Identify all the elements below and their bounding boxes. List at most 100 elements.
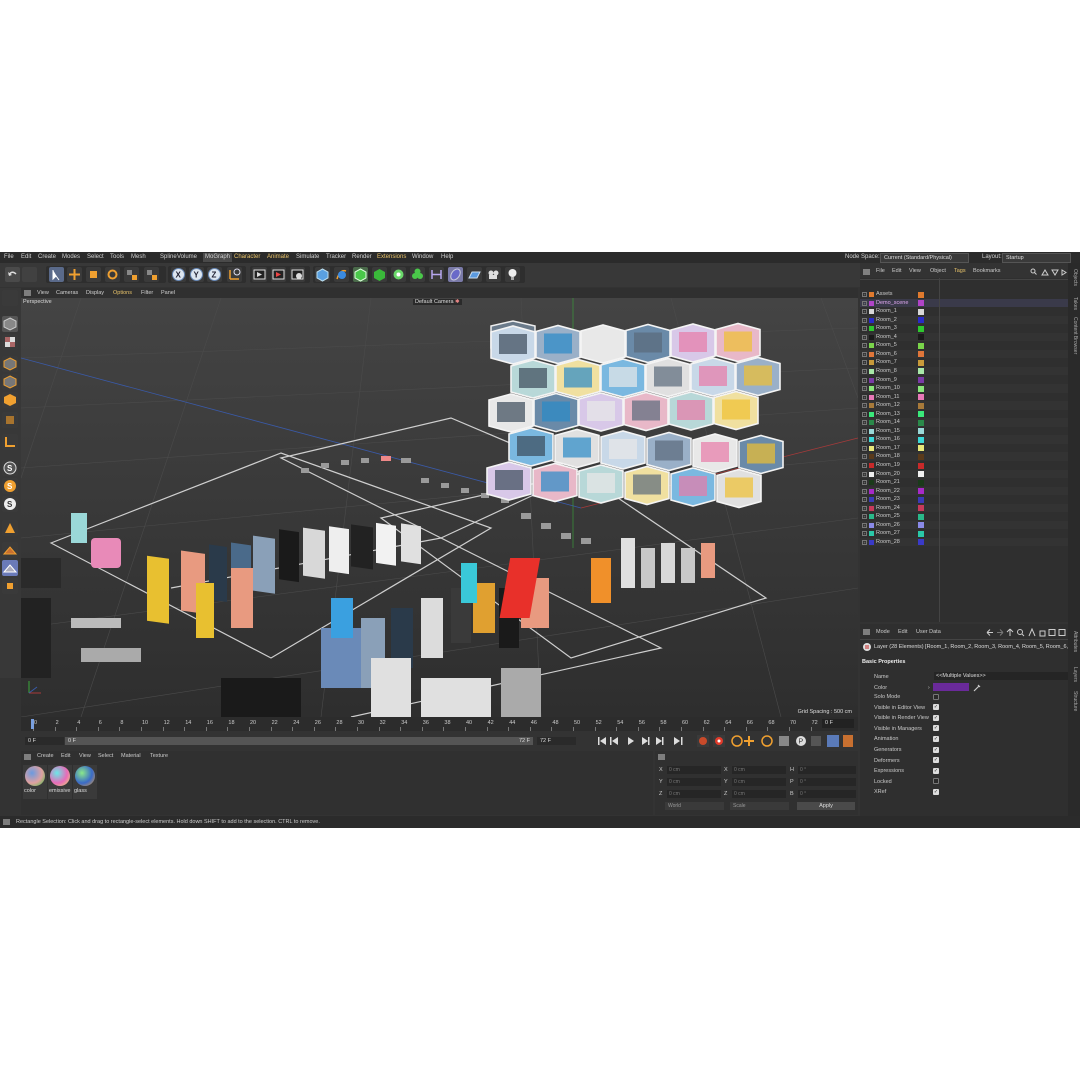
viewport-menu-cameras[interactable]: Cameras <box>56 290 78 296</box>
menu-tracker[interactable]: Tracker <box>326 254 346 260</box>
object-row[interactable]: + Room_4 <box>860 332 1068 342</box>
edges-mode-icon[interactable] <box>2 374 18 390</box>
expand-icon[interactable]: + <box>862 317 867 323</box>
viewport-menu-view[interactable]: View <box>37 290 49 296</box>
layer-tag-icon[interactable] <box>918 317 924 324</box>
size-field[interactable]: 0 cm <box>732 766 786 774</box>
object-row[interactable]: + Room_5 <box>860 341 1068 350</box>
layer-tag-icon[interactable] <box>918 428 924 435</box>
tab-objects[interactable]: Objects <box>1072 269 1078 286</box>
size-field[interactable]: 0 cm <box>732 790 786 798</box>
object-row[interactable]: + Room_9 <box>860 375 1068 384</box>
expand-icon[interactable]: + <box>862 403 867 409</box>
layer-tag-icon[interactable] <box>918 530 924 537</box>
property-checkbox[interactable] <box>933 778 939 785</box>
axis-mode-icon[interactable] <box>2 434 18 450</box>
make-editable-icon[interactable] <box>2 290 18 306</box>
camera-icon[interactable] <box>486 267 501 282</box>
menu-select[interactable]: Select <box>87 254 104 260</box>
rotation-field[interactable]: 0 ° <box>798 766 856 774</box>
menu-tools[interactable]: Tools <box>110 254 124 260</box>
generator-icon[interactable] <box>372 267 387 282</box>
tab-layers[interactable]: Layers <box>1072 667 1078 682</box>
viewport-nav-icons[interactable] <box>814 298 854 299</box>
object-row[interactable]: + Room_3 <box>860 324 1068 333</box>
layer-tag-icon[interactable] <box>918 377 924 383</box>
expand-icon[interactable]: + <box>862 334 867 340</box>
object-row[interactable]: + Demo_scene <box>860 298 1068 308</box>
layer-tag-icon[interactable] <box>918 479 924 486</box>
object-row[interactable]: + Room_17 <box>860 443 1068 453</box>
expand-icon[interactable]: + <box>862 488 867 494</box>
property-checkbox[interactable]: ✓ <box>933 746 939 753</box>
locked-workplane-icon[interactable] <box>2 560 18 576</box>
texture-mode-icon[interactable] <box>2 334 18 350</box>
expand-icon[interactable]: + <box>862 514 867 520</box>
points-mode-icon[interactable] <box>2 356 18 372</box>
max-frame-field[interactable]: 72 F <box>537 737 576 745</box>
layer-tag-icon[interactable] <box>918 496 924 503</box>
layer-tag-icon[interactable] <box>918 394 924 401</box>
material-menu-texture[interactable]: Texture <box>150 753 168 759</box>
menu-render[interactable]: Render <box>352 254 372 260</box>
material-menu-view[interactable]: View <box>79 753 91 759</box>
layer-tag-icon[interactable] <box>918 368 924 375</box>
layer-tag-icon[interactable] <box>918 411 924 418</box>
rotation-field[interactable]: 0 ° <box>798 790 856 798</box>
expand-icon[interactable]: + <box>862 394 867 400</box>
layer-tag-icon[interactable] <box>918 291 924 298</box>
tab-takes[interactable]: Takes <box>1072 297 1078 310</box>
property-checkbox[interactable]: ✓ <box>933 757 939 764</box>
expand-icon[interactable]: + <box>862 505 867 511</box>
material-item[interactable]: emissive <box>48 765 72 799</box>
material-menu-edit[interactable]: Edit <box>61 753 70 759</box>
render-view-icon[interactable] <box>252 267 267 282</box>
object-manager-tools-icons[interactable] <box>1030 268 1068 278</box>
position-field[interactable]: 0 cm <box>667 790 721 798</box>
layer-tag-icon[interactable] <box>918 359 924 366</box>
eyedropper-icon[interactable] <box>972 683 981 694</box>
move-tool-icon[interactable] <box>67 267 82 282</box>
render-settings-icon[interactable] <box>290 267 305 282</box>
object-row[interactable]: + Room_20 <box>860 469 1068 479</box>
polygons-mode-icon[interactable] <box>2 392 18 408</box>
expand-icon[interactable]: + <box>862 368 867 374</box>
object-menu-bookmarks[interactable]: Bookmarks <box>973 268 1001 274</box>
menu-create[interactable]: Create <box>38 254 56 260</box>
menu-file[interactable]: File <box>4 254 14 260</box>
x-axis-lock-icon[interactable]: X <box>171 267 186 282</box>
expand-icon[interactable]: + <box>862 351 867 357</box>
object-row[interactable]: + Room_15 <box>860 426 1068 436</box>
playback-controls[interactable] <box>596 735 691 749</box>
object-row[interactable]: + Room_25 <box>860 512 1068 521</box>
object-row[interactable]: + Room_7 <box>860 358 1068 367</box>
mograph-icon[interactable] <box>410 267 425 282</box>
property-checkbox[interactable]: ✓ <box>933 767 939 774</box>
property-checkbox[interactable]: ✓ <box>933 714 939 721</box>
workplane-icon[interactable] <box>2 520 18 536</box>
subdivision-icon[interactable] <box>353 267 368 282</box>
tab-content-browser[interactable]: Content Browser <box>1072 317 1078 354</box>
property-checkbox[interactable]: ✓ <box>933 735 939 742</box>
attribute-menu-mode[interactable]: Mode <box>876 629 890 635</box>
viewport-menu-display[interactable]: Display <box>86 290 104 296</box>
expand-icon[interactable]: + <box>862 454 867 460</box>
light-icon[interactable] <box>505 267 520 282</box>
spline-pen-icon[interactable] <box>334 267 349 282</box>
layer-tag-icon[interactable] <box>918 462 924 469</box>
layer-tag-icon[interactable] <box>918 522 924 529</box>
size-mode-dropdown[interactable]: Scale <box>730 802 789 810</box>
property-checkbox[interactable]: ✓ <box>933 788 939 795</box>
attribute-menu-edit[interactable]: Edit <box>898 629 907 635</box>
layer-tag-icon[interactable] <box>918 505 924 512</box>
layer-tag-icon[interactable] <box>918 539 924 546</box>
object-menu-edit[interactable]: Edit <box>892 268 901 274</box>
object-menu-tags[interactable]: Tags <box>954 268 966 274</box>
camera-label[interactable]: Default Camera ✱ <box>413 299 462 305</box>
object-row[interactable]: + Assets <box>860 290 1068 299</box>
object-row[interactable]: + Room_1 <box>860 307 1068 316</box>
material-item[interactable]: color <box>23 765 47 799</box>
layer-tag-icon[interactable] <box>918 419 924 426</box>
object-menu-view[interactable]: View <box>909 268 921 274</box>
object-row[interactable]: + Room_21 <box>860 478 1068 487</box>
